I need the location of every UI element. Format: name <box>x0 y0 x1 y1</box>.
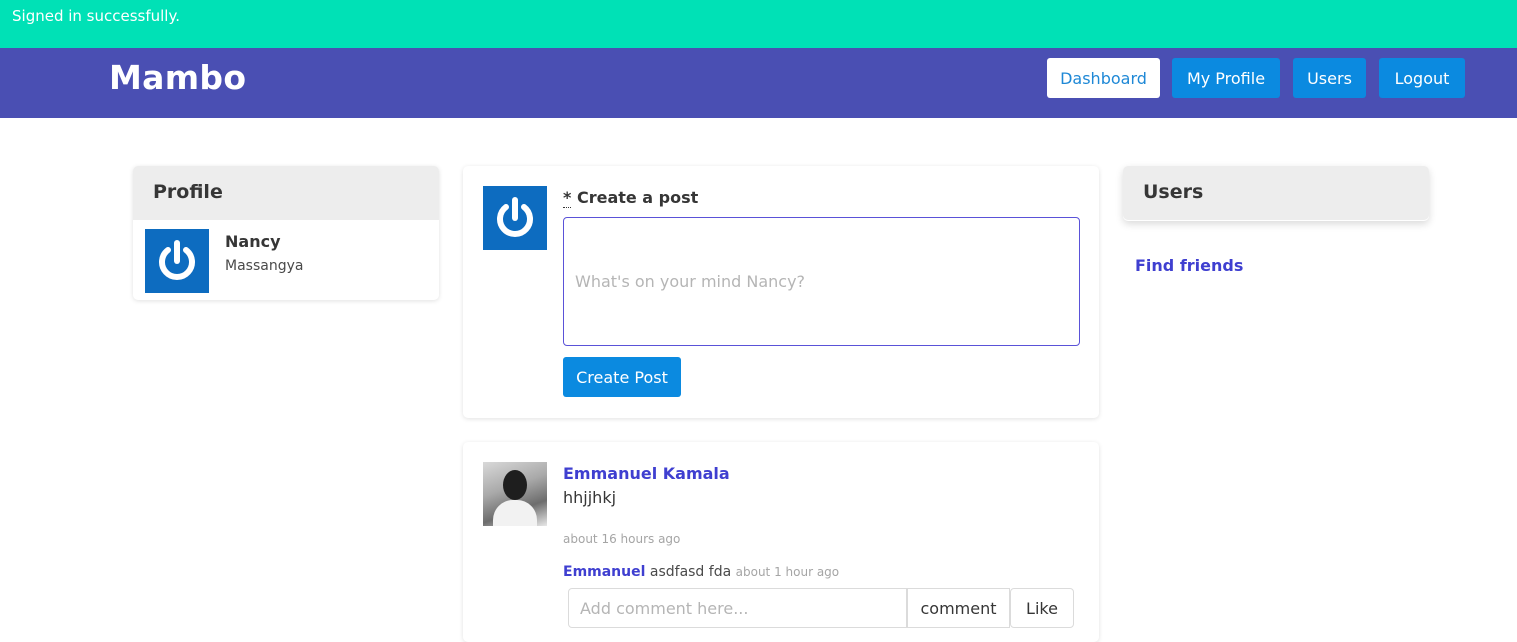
nav-logout-button[interactable]: Logout <box>1379 58 1465 98</box>
required-marker: * <box>563 188 572 208</box>
post-author[interactable]: Emmanuel Kamala <box>563 464 730 483</box>
users-card-title: Users <box>1123 166 1429 220</box>
post-body: hhjjhkj <box>563 488 617 507</box>
power-icon <box>497 197 533 237</box>
profile-surname: Massangya <box>225 258 304 274</box>
post-textarea-placeholder: What's on your mind Nancy? <box>575 272 806 291</box>
comment-item: Emmanuel asdfasd fda about 1 hour ago <box>563 564 839 580</box>
like-button[interactable]: Like <box>1010 588 1074 628</box>
top-navbar: Mambo Dashboard My Profile Users Logout <box>0 48 1517 118</box>
post-textarea[interactable]: What's on your mind Nancy? <box>563 217 1080 346</box>
power-icon <box>159 240 195 280</box>
author-avatar[interactable] <box>483 462 547 526</box>
flash-message: Signed in successfully. <box>12 7 180 25</box>
comment-input-placeholder: Add comment here... <box>580 598 749 618</box>
users-card: Users <box>1123 166 1429 221</box>
create-post-card: * Create a post What's on your mind Nanc… <box>463 166 1099 418</box>
profile-avatar[interactable] <box>145 229 209 293</box>
comment-timestamp: about 1 hour ago <box>735 565 840 579</box>
flash-notice: Signed in successfully. <box>0 0 1517 48</box>
profile-name[interactable]: Nancy <box>225 232 281 251</box>
comment-text: asdfasd fda <box>649 564 732 580</box>
nav-users-button[interactable]: Users <box>1293 58 1366 98</box>
nav-dashboard-button[interactable]: Dashboard <box>1047 58 1160 98</box>
brand-logo[interactable]: Mambo <box>109 58 246 97</box>
profile-card-title: Profile <box>133 166 439 220</box>
create-post-label: * Create a post <box>563 188 699 208</box>
post-timestamp: about 16 hours ago <box>563 532 681 546</box>
nav-my-profile-button[interactable]: My Profile <box>1172 58 1280 98</box>
create-post-label-text: Create a post <box>576 188 699 207</box>
comment-author[interactable]: Emmanuel <box>563 564 645 580</box>
comment-input[interactable]: Add comment here... <box>568 588 907 628</box>
comment-button[interactable]: comment <box>907 588 1010 628</box>
profile-card: Profile Nancy Massangya <box>133 166 439 300</box>
create-post-avatar <box>483 186 547 250</box>
post-card: Emmanuel Kamala hhjjhkj about 16 hours a… <box>463 442 1099 642</box>
find-friends-link[interactable]: Find friends <box>1135 256 1243 275</box>
create-post-button[interactable]: Create Post <box>563 357 681 397</box>
